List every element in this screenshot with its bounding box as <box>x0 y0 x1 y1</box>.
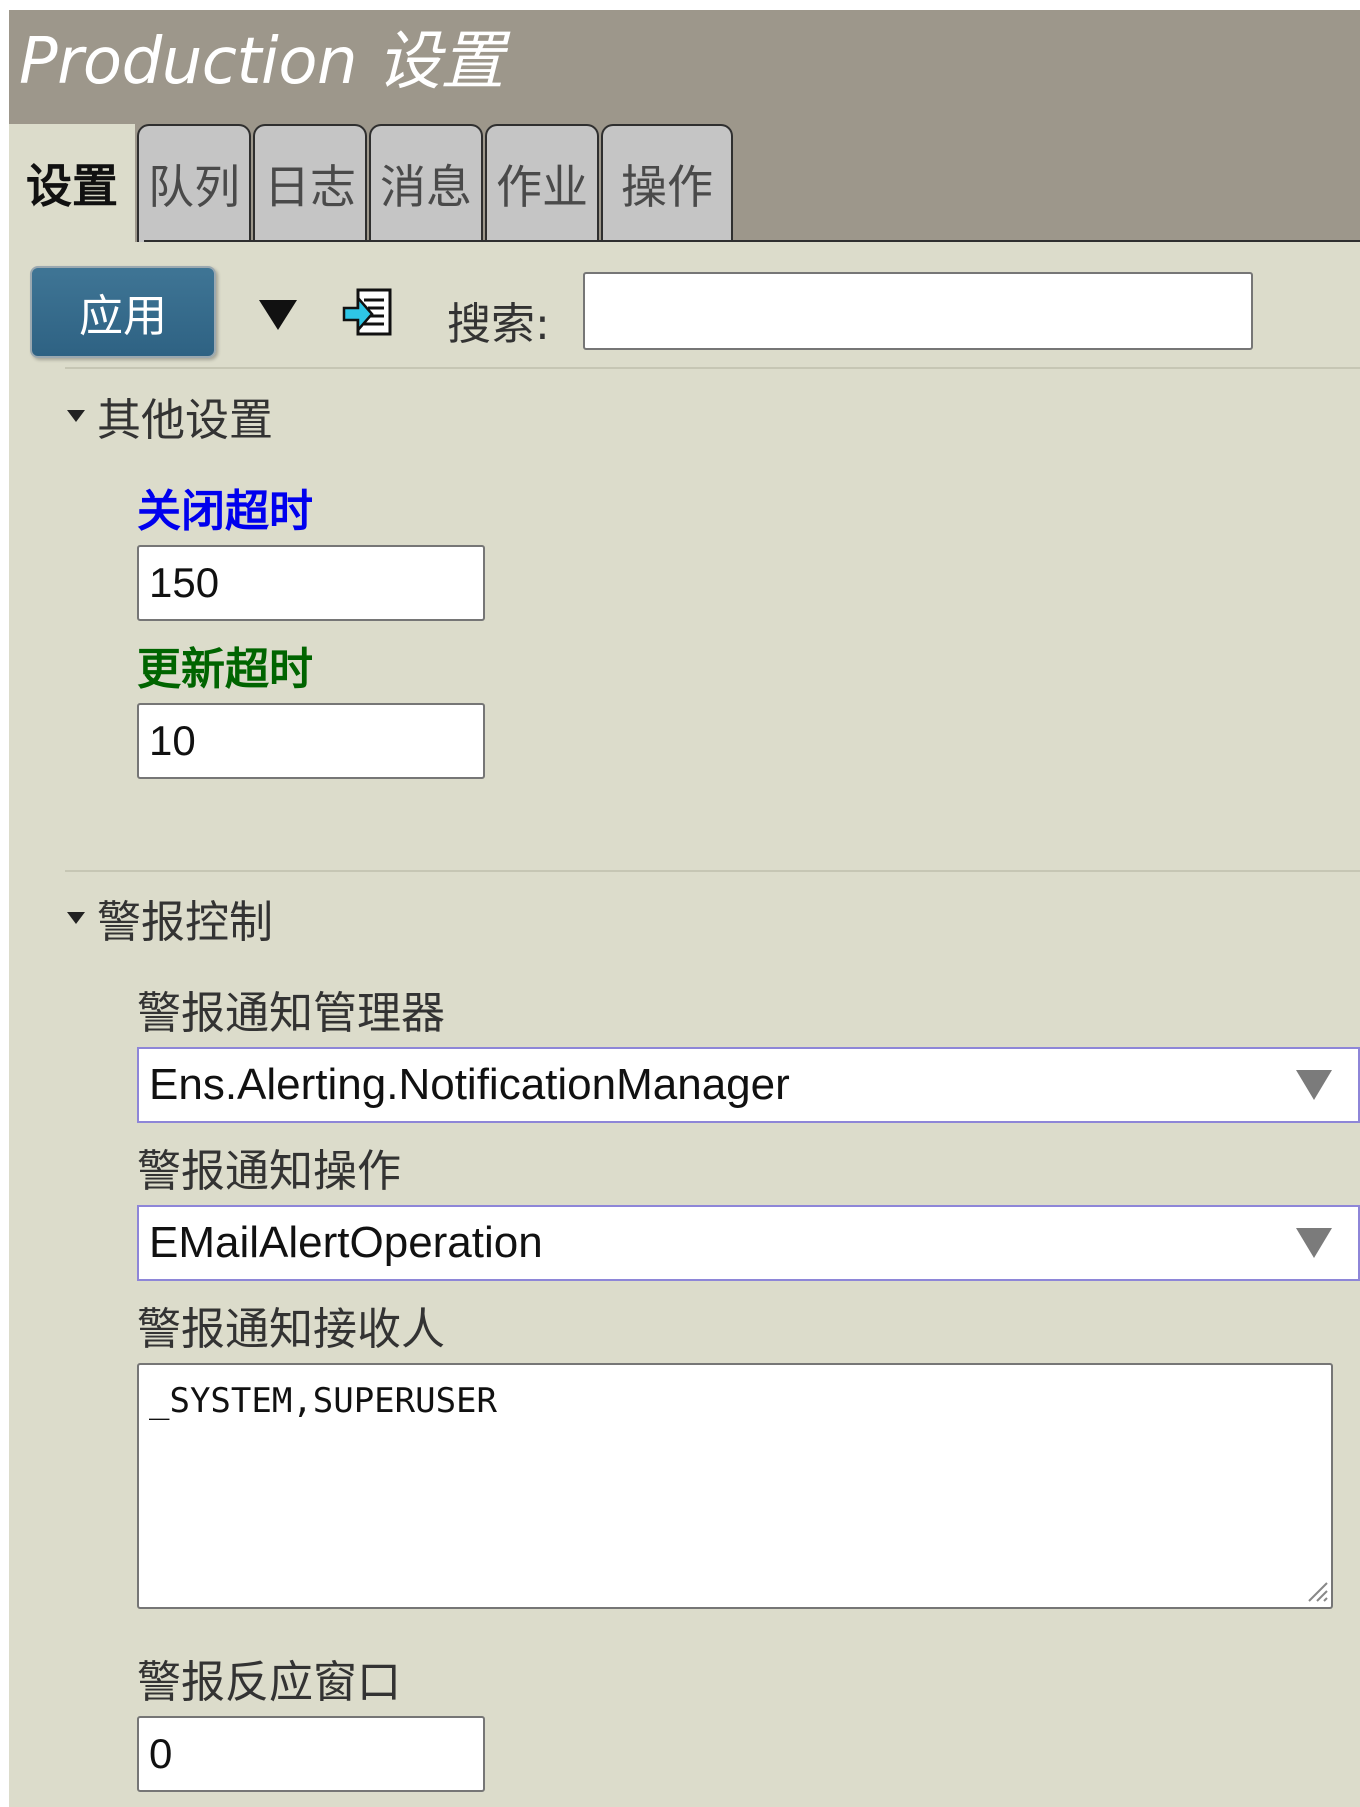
header-bar: Production 设置 设置 队列 日志 消息 作业 操作 <box>9 10 1360 242</box>
section-title: 警报控制 <box>97 897 273 948</box>
tab-bar: 设置 队列 日志 消息 作业 操作 <box>9 124 735 242</box>
notification-operation-select[interactable]: EMailAlertOperation <box>137 1205 1360 1281</box>
page-title: Production 设置 <box>19 25 504 99</box>
settings-panel: Production 设置 设置 队列 日志 消息 作业 操作 应用 搜索: 其… <box>9 10 1360 1807</box>
tab-actions[interactable]: 操作 <box>601 124 733 242</box>
tab-logs[interactable]: 日志 <box>253 124 367 242</box>
notification-recipients-textarea[interactable]: _SYSTEM,SUPERUSER <box>137 1363 1333 1609</box>
tab-bar-baseline <box>144 240 1360 242</box>
action-window-label: 警报反应窗口 <box>137 1657 401 1708</box>
caret-down-icon <box>67 912 85 924</box>
section-divider <box>65 367 1360 369</box>
search-input[interactable] <box>583 272 1253 350</box>
apply-button[interactable]: 应用 <box>30 266 216 358</box>
section-divider <box>65 870 1360 872</box>
down-triangle-icon[interactable] <box>259 300 297 330</box>
shutdown-timeout-input[interactable] <box>137 545 485 621</box>
notification-operation-value: EMailAlertOperation <box>149 1218 543 1267</box>
caret-down-icon <box>67 410 85 422</box>
dropdown-arrow-icon <box>1296 1228 1332 1258</box>
tab-messages[interactable]: 消息 <box>369 124 483 242</box>
update-timeout-label: 更新超时 <box>137 644 313 695</box>
tab-jobs[interactable]: 作业 <box>485 124 599 242</box>
search-label: 搜索: <box>447 299 550 350</box>
notification-manager-label: 警报通知管理器 <box>137 988 445 1039</box>
notification-manager-select[interactable]: Ens.Alerting.NotificationManager <box>137 1047 1360 1123</box>
update-timeout-input[interactable] <box>137 703 485 779</box>
notification-manager-value: Ens.Alerting.NotificationManager <box>149 1060 790 1109</box>
resize-grip-icon[interactable] <box>1303 1577 1329 1603</box>
shutdown-timeout-label: 关闭超时 <box>137 486 313 537</box>
tab-settings[interactable]: 设置 <box>9 124 135 242</box>
export-document-icon[interactable] <box>342 286 396 340</box>
section-toggle-alert-control[interactable]: 警报控制 <box>67 886 273 950</box>
notification-recipients-label: 警报通知接收人 <box>137 1304 445 1355</box>
notification-operation-label: 警报通知操作 <box>137 1146 401 1197</box>
tab-queues[interactable]: 队列 <box>137 124 251 242</box>
dropdown-arrow-icon <box>1296 1070 1332 1100</box>
section-title: 其他设置 <box>97 395 273 446</box>
action-window-input[interactable] <box>137 1716 485 1792</box>
section-toggle-other-settings[interactable]: 其他设置 <box>67 384 273 448</box>
